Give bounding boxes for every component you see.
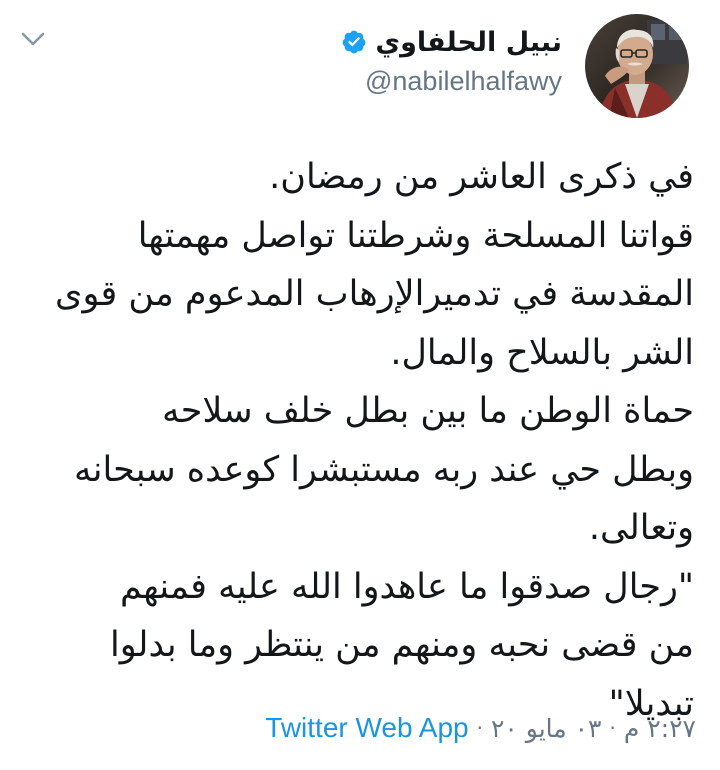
tweet-line: وتعالى. (588, 508, 694, 548)
display-name-row: نبيل الحلفاوي (341, 22, 562, 62)
verified-badge-icon (342, 30, 366, 54)
tweet-line: قواتنا المسلحة وشرطتنا تواصل مهمتها (137, 215, 694, 256)
tweet-date[interactable]: ٠٣ مايو ٢٠ (491, 714, 602, 743)
tweet-text: في ذكرى العاشر من رمضان. قواتنا المسلحة … (24, 148, 694, 733)
tweet-line: المقدسة في تدميرالإرهاب المدعوم من قوى (55, 274, 694, 314)
display-name[interactable]: نبيل الحلفاوي (375, 27, 562, 58)
tweet-line: حماة الوطن ما بين بطل خلف سلاحه (162, 391, 694, 431)
user-handle[interactable]: @nabilelhalfawy (341, 66, 562, 97)
avatar[interactable] (585, 14, 689, 118)
tweet-line: وبطل حي عند ربه مستبشرا كوعده سبحانه (74, 449, 694, 490)
tweet-header: نبيل الحلفاوي @nabilelhalfawy (341, 22, 562, 97)
separator-dot: · (609, 716, 616, 740)
avatar-photo (585, 14, 689, 118)
tweet-card: نبيل الحلفاوي @nabilelhalfawy في ذكرى ال… (0, 0, 720, 770)
tweet-time[interactable]: ٢:٢٧ م (624, 714, 696, 743)
tweet-source-link[interactable]: Twitter Web App (265, 712, 468, 744)
tweet-meta: ٢:٢٧ م · ٠٣ مايو ٢٠ · Twitter Web App (265, 712, 696, 744)
separator-dot: · (476, 716, 483, 740)
tweet-line: في ذكرى العاشر من رمضان. (269, 157, 694, 197)
chevron-down-icon[interactable] (20, 30, 46, 48)
tweet-line: "رجال صدقوا ما عاهدوا الله عليه فمنهم (119, 566, 694, 607)
tweet-line: الشر بالسلاح والمال. (390, 332, 694, 373)
tweet-line: من قضى نحبه ومنهم من ينتظر وما بدلوا (110, 625, 694, 665)
